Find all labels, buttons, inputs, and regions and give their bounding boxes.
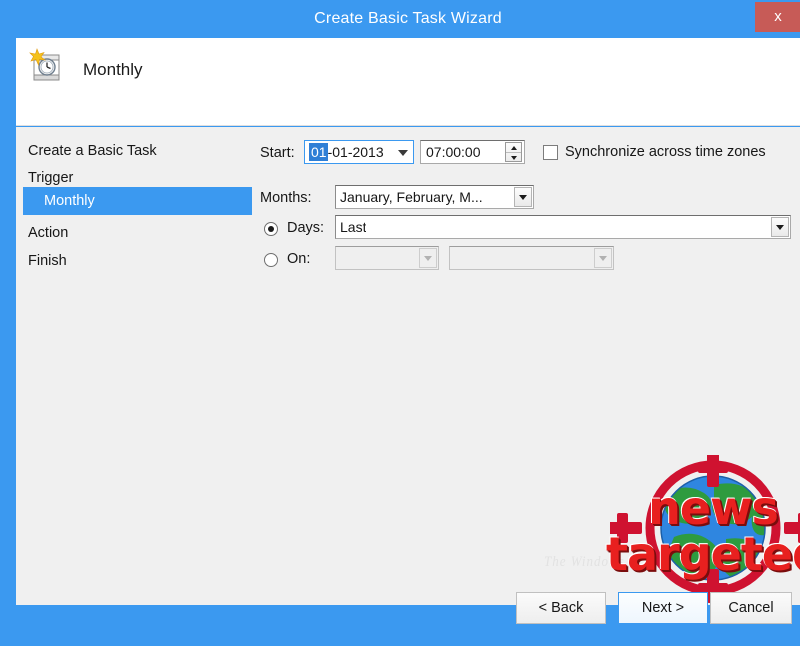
days-radio[interactable] [264,222,278,236]
sidebar-item-label: Monthly [44,193,95,209]
cancel-button[interactable]: Cancel [710,592,792,624]
start-date-combo[interactable]: 01-01-2013 [304,140,414,164]
sidebar-item-label: Action [28,225,69,241]
spinner-down-icon[interactable] [506,152,521,162]
start-time-field[interactable]: 07:00:00 [420,140,525,164]
on-label: On: [287,251,311,267]
days-value: Last [340,219,367,235]
faint-site-watermark: The Windows C [544,552,639,570]
sidebar-item-monthly[interactable]: Monthly [23,187,252,215]
days-combo[interactable]: Last [335,215,791,239]
wizard-body: Create a Basic Task Trigger Monthly Acti… [16,127,800,605]
sidebar-item-label: Finish [28,253,67,269]
start-date-selected-segment[interactable]: 01 [309,143,328,161]
calendar-clock-icon [26,46,66,86]
close-button[interactable]: x [755,2,800,32]
sync-timezones-checkbox[interactable] [543,145,558,160]
wizard-step-nav: Create a Basic Task Trigger Monthly Acti… [16,127,252,605]
months-combo[interactable]: January, February, M... [335,185,534,209]
start-date-value: 01-01-2013 [309,141,384,163]
title-bar: Create Basic Task Wizard x [8,0,800,38]
start-time-value: 07:00:00 [426,144,481,160]
sidebar-item-label: Create a Basic Task [28,143,157,159]
page-title: Monthly [83,60,143,79]
trigger-settings-form: Start: 01-01-2013 07:00:00 Synchronize a… [252,127,800,605]
on-week-combo[interactable] [335,246,439,270]
wizard-window: Create Basic Task Wizard x Monthly Creat… [0,0,800,646]
spinner-up-icon[interactable] [506,143,521,152]
next-button[interactable]: Next > [618,592,708,624]
window-title: Create Basic Task Wizard [314,10,502,27]
chevron-down-icon[interactable] [394,142,412,162]
start-label: Start: [260,145,295,161]
chevron-down-icon[interactable] [419,248,437,268]
on-weekday-combo[interactable] [449,246,614,270]
chevron-down-icon[interactable] [594,248,612,268]
time-spinner[interactable] [505,142,522,162]
sync-timezones-label: Synchronize across time zones [565,144,766,160]
back-button[interactable]: < Back [516,592,606,624]
chevron-down-icon[interactable] [771,217,789,237]
on-radio[interactable] [264,253,278,267]
months-value: January, February, M... [340,189,483,205]
wizard-header: Monthly [16,38,800,126]
start-date-remainder: -01-2013 [327,144,384,160]
months-label: Months: [260,190,312,206]
days-label: Days: [287,220,325,236]
chevron-down-icon[interactable] [514,187,532,207]
